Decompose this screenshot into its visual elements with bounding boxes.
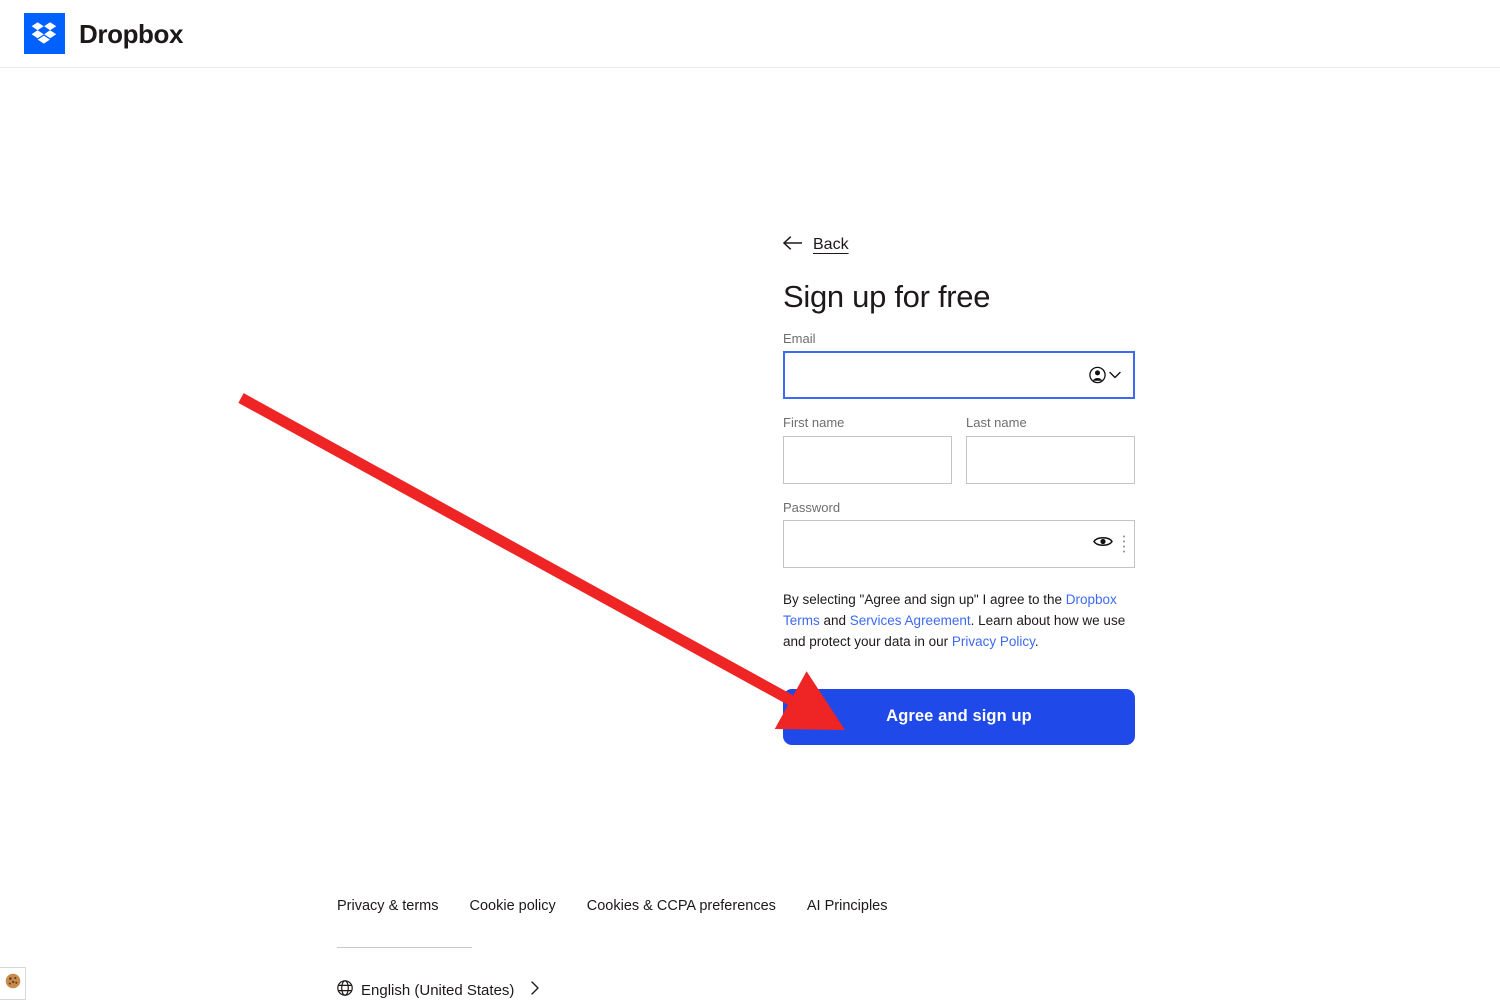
eye-icon[interactable] bbox=[1093, 535, 1113, 554]
signup-page: Dropbox Back Sign up for free Email Firs… bbox=[0, 0, 1500, 1000]
language-selector[interactable]: English (United States) bbox=[337, 980, 540, 1000]
terms-text: By selecting "Agree and sign up" I agree… bbox=[783, 590, 1135, 653]
language-label: English (United States) bbox=[361, 981, 515, 999]
password-field-group: Password bbox=[783, 500, 1135, 569]
terms-part-1: By selecting "Agree and sign up" I agree… bbox=[783, 592, 1066, 608]
site-footer: Privacy & terms Cookie policy Cookies & … bbox=[337, 898, 1237, 1000]
footer-links: Privacy & terms Cookie policy Cookies & … bbox=[337, 898, 1237, 914]
agree-and-sign-up-button[interactable]: Agree and sign up bbox=[783, 688, 1135, 745]
terms-part-4: . bbox=[1034, 634, 1039, 650]
footer-link-cookie-policy[interactable]: Cookie policy bbox=[470, 898, 556, 914]
footer-link-cookies-ccpa-preferences[interactable]: Cookies & CCPA preferences bbox=[587, 898, 776, 914]
cookie-consent-button[interactable] bbox=[0, 967, 26, 1000]
password-input[interactable] bbox=[783, 520, 1135, 569]
last-name-input-wrap bbox=[966, 435, 1135, 484]
password-adornments bbox=[1093, 535, 1125, 554]
arrow-left-icon bbox=[782, 236, 804, 254]
privacy-policy-link[interactable]: Privacy Policy bbox=[952, 634, 1035, 649]
email-input-wrap bbox=[783, 351, 1135, 400]
email-input[interactable] bbox=[783, 351, 1135, 400]
terms-part-2: and bbox=[819, 613, 850, 629]
globe-icon bbox=[337, 980, 353, 1000]
page-title: Sign up for free bbox=[783, 279, 991, 314]
signup-form: Back Sign up for free Email First name L… bbox=[782, 236, 1135, 745]
chevron-down-icon bbox=[1109, 372, 1121, 379]
first-name-input[interactable] bbox=[783, 435, 952, 484]
brand-name: Dropbox bbox=[79, 18, 184, 49]
footer-link-ai-principles[interactable]: AI Principles bbox=[807, 898, 888, 914]
first-name-label: First name bbox=[783, 415, 845, 431]
email-label: Email bbox=[783, 330, 816, 346]
dropbox-logo-icon bbox=[24, 13, 65, 54]
annotation-arrow bbox=[238, 393, 845, 730]
cookie-icon bbox=[5, 973, 21, 994]
name-row: First name Last name bbox=[783, 415, 1135, 484]
first-name-field-group: First name bbox=[783, 415, 952, 484]
dropbox-brand-link[interactable]: Dropbox bbox=[24, 13, 183, 54]
footer-divider bbox=[337, 947, 472, 948]
autofill-profile-icon[interactable] bbox=[1089, 366, 1121, 384]
services-agreement-link[interactable]: Services Agreement bbox=[850, 613, 971, 628]
chevron-right-icon bbox=[530, 981, 540, 999]
password-label: Password bbox=[783, 499, 841, 515]
last-name-label: Last name bbox=[966, 415, 1027, 431]
footer-link-privacy-terms[interactable]: Privacy & terms bbox=[337, 898, 439, 914]
back-link-label: Back bbox=[813, 236, 849, 253]
password-input-wrap bbox=[783, 520, 1135, 569]
last-name-field-group: Last name bbox=[966, 415, 1135, 484]
site-header: Dropbox bbox=[0, 0, 1500, 68]
first-name-input-wrap bbox=[783, 435, 952, 484]
vertical-dots-icon[interactable] bbox=[1123, 535, 1125, 553]
back-link[interactable]: Back bbox=[782, 236, 849, 254]
email-field-group: Email bbox=[783, 331, 1135, 400]
last-name-input[interactable] bbox=[966, 435, 1135, 484]
